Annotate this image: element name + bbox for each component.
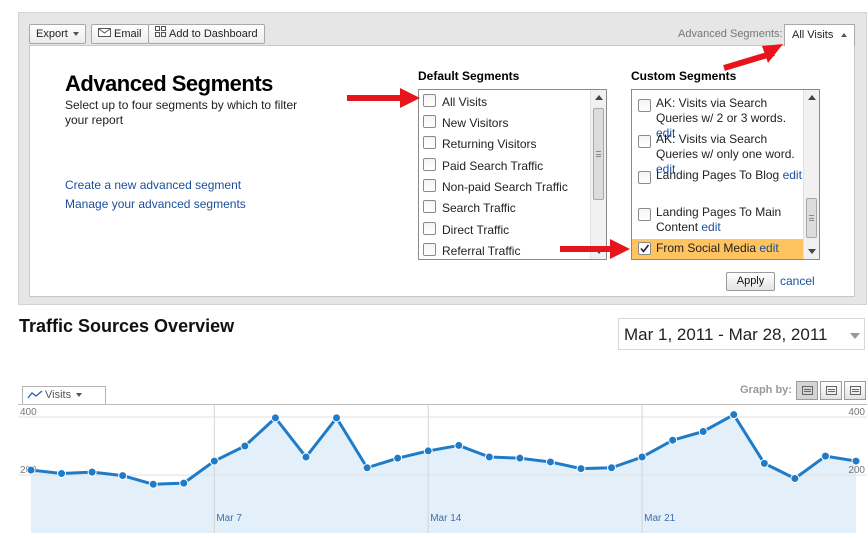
data-point — [515, 453, 525, 463]
data-point — [362, 463, 372, 473]
data-point — [118, 471, 128, 481]
report-title: Traffic Sources Overview — [19, 316, 235, 336]
data-point — [454, 440, 464, 450]
data-point — [820, 451, 830, 461]
week-icon — [826, 386, 837, 395]
data-point — [332, 413, 342, 423]
line-chart-icon — [27, 390, 43, 399]
data-point — [423, 446, 433, 456]
day-icon — [802, 386, 813, 395]
data-point — [179, 478, 189, 488]
data-point — [87, 467, 97, 477]
data-point — [545, 457, 555, 467]
graph-by-month-button[interactable] — [844, 381, 866, 400]
data-point — [240, 441, 250, 451]
data-point — [607, 463, 617, 473]
graph-by-day-button[interactable] — [796, 381, 818, 400]
x-tick-label: Mar 21 — [644, 513, 676, 524]
data-point — [209, 456, 219, 466]
data-point — [576, 464, 586, 474]
y-tick-label: 400 — [20, 407, 37, 418]
date-range-text: Mar 1, 2011 - Mar 28, 2011 — [624, 325, 828, 344]
arrow-icon — [723, 44, 783, 71]
data-point — [270, 413, 280, 423]
data-point — [637, 452, 647, 462]
graph-by-label: Graph by: — [740, 384, 792, 396]
data-point — [26, 465, 36, 475]
data-point — [668, 435, 678, 445]
visits-chart: Mar 7Mar 14Mar 21400400200200 — [18, 404, 867, 533]
month-icon — [850, 386, 861, 395]
visits-chart-svg: Mar 7Mar 14Mar 21400400200200 — [18, 404, 867, 533]
data-point — [393, 453, 403, 463]
y-tick-label: 200 — [848, 465, 865, 476]
data-point — [698, 427, 708, 436]
data-point — [851, 456, 861, 466]
metric-selector-tab[interactable]: Visits — [22, 386, 106, 405]
y-tick-label: 400 — [848, 407, 865, 418]
x-tick-label: Mar 14 — [430, 513, 462, 524]
x-tick-label: Mar 7 — [216, 513, 242, 524]
data-point — [148, 479, 158, 489]
chevron-down-icon — [76, 393, 83, 398]
arrow-icon — [560, 239, 630, 259]
data-point — [301, 452, 311, 462]
graph-by-week-button[interactable] — [820, 381, 842, 400]
date-range-selector[interactable]: Mar 1, 2011 - Mar 28, 2011 — [618, 318, 865, 350]
data-point — [484, 452, 494, 462]
data-point — [790, 473, 800, 483]
data-point — [759, 458, 769, 468]
metric-label: Visits — [45, 389, 72, 401]
data-point — [729, 410, 739, 420]
data-point — [57, 469, 67, 479]
chevron-down-icon[interactable] — [850, 333, 860, 339]
arrow-icon — [347, 88, 420, 108]
